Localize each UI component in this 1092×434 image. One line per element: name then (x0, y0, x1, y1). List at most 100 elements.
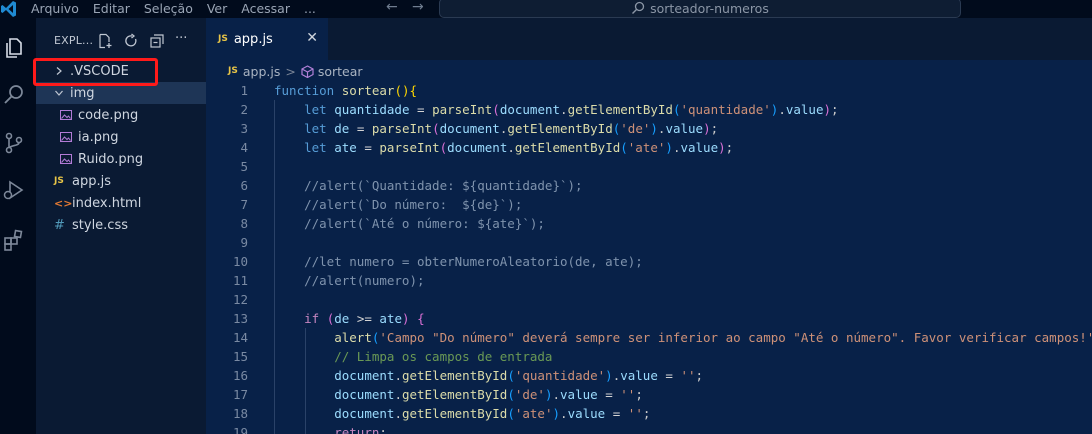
explorer-header: EXPL... ··· (36, 18, 206, 60)
code-editor[interactable]: 1 function sortear(){ 2 let quantidade = … (206, 81, 1092, 434)
back-arrow-icon[interactable]: ← (386, 0, 398, 15)
line-number: 13 (232, 311, 248, 326)
line-text: alert('Campo "Do número" deverá sempre s… (334, 330, 1092, 345)
line-number: 1 (240, 83, 248, 98)
run-debug-icon[interactable] (2, 178, 26, 202)
extensions-icon[interactable] (2, 228, 26, 252)
forward-arrow-icon[interactable]: → (412, 0, 424, 15)
line-text: document.getElementById('de').value = ''… (334, 387, 643, 402)
tree-file-style-css[interactable]: # style.css (36, 214, 206, 236)
editor-area: JS app.js ✕ JS app.js > sortear 1 functio… (206, 18, 1092, 434)
line-number: 17 (232, 387, 248, 402)
tab-app-js[interactable]: JS app.js ✕ (206, 18, 328, 60)
line-text: function sortear(){ (274, 83, 418, 98)
menu-selecao[interactable]: Seleção (144, 1, 193, 17)
refresh-icon[interactable] (123, 33, 139, 49)
tree-file-ruido-png[interactable]: Ruido.png (36, 148, 206, 170)
css-file-icon: # (54, 217, 65, 233)
line-text: document.getElementById('ate').value = '… (334, 406, 651, 421)
line-text: //alert(`Do número: ${de}`); (274, 197, 523, 212)
function-symbol-icon (301, 64, 314, 78)
search-icon[interactable] (2, 83, 26, 107)
line-text: //alert(`Quantidade: ${quantidade}`); (274, 178, 583, 193)
code-line: 14 alert('Campo "Do número" deverá sempr… (206, 328, 1092, 347)
explorer-files-icon[interactable] (2, 36, 26, 60)
menu-bar: Arquivo Editar Seleção Ver Acessar ... (31, 0, 330, 18)
js-file-icon: JS (218, 34, 228, 44)
close-icon[interactable]: ✕ (306, 30, 318, 46)
image-file-icon (60, 154, 72, 164)
line-text: //let numero = obterNumeroAleatorio(de, … (274, 254, 643, 269)
line-text: if (de >= ate) { (304, 311, 425, 326)
line-number: 15 (232, 349, 248, 364)
code-line: 12 (206, 290, 1092, 309)
line-number: 5 (240, 159, 248, 174)
code-line: 10 //let numero = obterNumeroAleatorio(d… (206, 252, 1092, 271)
breadcrumb-symbol[interactable]: sortear (318, 64, 363, 79)
code-line: 2 let quantidade = parseInt(document.get… (206, 100, 1092, 119)
menu-ver[interactable]: Ver (207, 1, 227, 17)
code-line: 19 return; (206, 423, 1092, 434)
line-number: 6 (240, 178, 248, 193)
line-text: return; (334, 425, 387, 434)
line-number: 14 (232, 330, 248, 345)
tree-item-label: app.js (72, 173, 111, 189)
tree-file-app-js[interactable]: JS app.js (36, 170, 206, 192)
explorer-title: EXPL... (54, 34, 94, 47)
more-actions-icon[interactable]: ··· (175, 32, 191, 48)
code-line: 4 let ate = parseInt(document.getElement… (206, 138, 1092, 157)
menu-arquivo[interactable]: Arquivo (31, 1, 79, 17)
line-number: 10 (232, 254, 248, 269)
line-number: 7 (240, 197, 248, 212)
red-annotation-box (33, 58, 158, 86)
html-file-icon: <> (54, 196, 73, 210)
breadcrumb-file[interactable]: app.js (243, 64, 281, 79)
activity-bar (0, 18, 36, 434)
code-line: 13 if (de >= ate) { (206, 309, 1092, 328)
tree-file-code-png[interactable]: code.png (36, 104, 206, 126)
code-line: 3 let de = parseInt(document.getElementB… (206, 119, 1092, 138)
line-text: let quantidade = parseInt(document.getEl… (304, 102, 839, 117)
menu-editar[interactable]: Editar (93, 1, 130, 17)
search-icon (632, 1, 645, 14)
editor-tab-bar: JS app.js ✕ (206, 18, 1092, 60)
breadcrumb-separator: > (285, 63, 296, 79)
tree-file-ia-png[interactable]: ia.png (36, 126, 206, 148)
code-line: 18 document.getElementById('ate').value … (206, 404, 1092, 423)
line-number: 9 (240, 235, 248, 250)
line-number: 12 (232, 292, 248, 307)
tree-item-label: index.html (72, 195, 142, 211)
tree-file-index-html[interactable]: <> index.html (36, 192, 206, 214)
code-line: 11 //alert(numero); (206, 271, 1092, 290)
line-number: 11 (232, 273, 248, 288)
collapse-all-icon[interactable] (149, 33, 165, 49)
menu-acessar[interactable]: Acessar (241, 1, 290, 17)
line-number: 19 (232, 425, 248, 434)
code-line: 17 document.getElementById('de').value =… (206, 385, 1092, 404)
line-text: let ate = parseInt(document.getElementBy… (304, 140, 734, 155)
code-line: 16 document.getElementById('quantidade')… (206, 366, 1092, 385)
line-number: 8 (240, 216, 248, 231)
source-control-icon[interactable] (2, 131, 26, 155)
title-bar: Arquivo Editar Seleção Ver Acessar ... ←… (0, 0, 1092, 18)
tab-label: app.js (233, 31, 273, 47)
tree-item-label: Ruido.png (78, 151, 144, 167)
command-center-search[interactable]: sorteador-numeros (439, 0, 961, 18)
image-file-icon (60, 132, 72, 142)
menu-more[interactable]: ... (304, 1, 316, 17)
tree-item-label: img (70, 85, 95, 101)
code-line: 8 //alert(`Até o número: ${ate}`); (206, 214, 1092, 233)
code-line: 15 // Limpa os campos de entrada (206, 347, 1092, 366)
line-text: let de = parseInt(document.getElementByI… (304, 121, 719, 136)
js-file-icon: JS (54, 176, 64, 186)
new-file-icon[interactable] (97, 33, 113, 49)
code-line: 6 //alert(`Quantidade: ${quantidade}`); (206, 176, 1092, 195)
line-number: 4 (240, 140, 248, 155)
vscode-logo-icon[interactable] (0, 0, 18, 18)
workspace-name: sorteador-numeros (650, 0, 769, 16)
image-file-icon (60, 110, 72, 120)
chevron-down-icon (55, 90, 63, 96)
line-number: 3 (240, 121, 248, 136)
js-file-icon: JS (228, 66, 238, 76)
breadcrumb: JS app.js > sortear (206, 60, 1092, 82)
